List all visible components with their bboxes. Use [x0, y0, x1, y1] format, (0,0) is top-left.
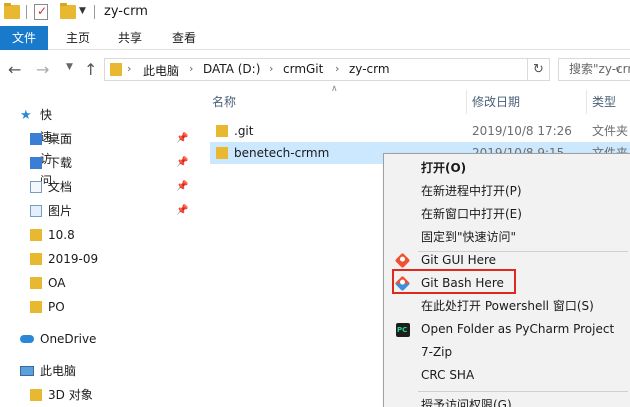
menu-item-open-new-window[interactable]: 在新窗口中打开(E)	[384, 203, 630, 226]
tab-share[interactable]: 共享	[110, 26, 150, 50]
breadcrumb-drive[interactable]: DATA (D:)	[203, 62, 260, 76]
breadcrumb-zy-crm[interactable]: zy-crm	[349, 62, 390, 76]
tab-file[interactable]: 文件	[0, 26, 48, 50]
pin-icon[interactable]: 📌	[176, 200, 188, 222]
sort-ascending-icon: ∧	[331, 84, 338, 94]
folder-icon	[30, 253, 42, 265]
chevron-right-icon[interactable]: ›	[335, 62, 339, 75]
star-icon: ★	[20, 108, 32, 123]
sidebar-item-desktop[interactable]: 桌面 📌	[30, 128, 200, 150]
chevron-right-icon[interactable]: ›	[189, 62, 193, 75]
separator	[94, 5, 95, 19]
separator	[26, 5, 27, 19]
folder-icon	[30, 229, 42, 241]
search-input[interactable]: 搜索"zy-crm"	[558, 58, 630, 81]
chevron-right-icon[interactable]: ›	[127, 62, 131, 75]
pin-icon[interactable]: 📌	[176, 152, 188, 174]
3d-objects-folder-icon	[30, 389, 42, 401]
column-divider[interactable]	[466, 90, 467, 114]
sidebar-item-pictures[interactable]: 图片 📌	[30, 200, 200, 222]
pin-icon[interactable]: 📌	[176, 128, 188, 150]
back-arrow-icon[interactable]: ←	[8, 60, 21, 79]
menu-item-pin-quick-access[interactable]: 固定到"快速访问"	[384, 226, 630, 249]
title-bar: ✓ ▼ zy-crm	[0, 0, 630, 26]
navigation-pane: ★ 快速访问 桌面 📌 下载 📌 文档 📌 图片 📌 10.8 2019-09 …	[0, 90, 200, 407]
tab-home[interactable]: 主页	[58, 26, 98, 50]
window-title: zy-crm	[104, 4, 148, 19]
folder-icon	[30, 277, 42, 289]
menu-item-crc-sha[interactable]: CRC SHA	[384, 364, 630, 387]
documents-folder-icon	[30, 181, 42, 193]
folder-icon	[216, 147, 228, 159]
pin-icon[interactable]: 📌	[176, 176, 188, 198]
breadcrumb-crmgit[interactable]: crmGit	[283, 62, 323, 76]
customize-toolbar-icon[interactable]: ▼	[79, 6, 86, 16]
recent-locations-icon[interactable]: ▼	[66, 62, 73, 72]
menu-item-grant-access[interactable]: 授予访问权限(G)	[384, 394, 630, 407]
folder-icon	[4, 3, 20, 19]
column-header-type[interactable]: 类型	[592, 90, 616, 114]
pycharm-icon	[396, 319, 410, 342]
folder-icon	[110, 63, 122, 76]
menu-item-open[interactable]: 打开(O)	[384, 157, 630, 180]
chevron-right-icon[interactable]: ›	[269, 62, 273, 75]
breadcrumb-this-pc[interactable]: 此电脑	[143, 62, 179, 79]
folder-icon	[216, 125, 228, 137]
forward-arrow-icon[interactable]: →	[36, 60, 49, 79]
highlight-box	[392, 269, 516, 294]
new-folder-icon[interactable]	[60, 3, 76, 19]
sidebar-item-documents[interactable]: 文档 📌	[30, 176, 200, 198]
computer-icon	[20, 366, 34, 376]
ribbon-tabs: 文件 主页 共享 查看	[0, 26, 630, 50]
git-gui-icon	[394, 252, 411, 269]
file-row-git[interactable]: .git 2019/10/8 17:26 文件夹	[210, 120, 630, 142]
cloud-icon	[20, 335, 34, 343]
menu-item-open-new-process[interactable]: 在新进程中打开(P)	[384, 180, 630, 203]
properties-icon[interactable]: ✓	[34, 4, 48, 20]
address-bar[interactable]: › 此电脑 › DATA (D:) › crmGit › zy-crm ∨	[104, 58, 621, 81]
menu-item-pycharm[interactable]: Open Folder as PyCharm Project	[384, 318, 630, 342]
address-row: ← → ▼ ↑ › 此电脑 › DATA (D:) › crmGit › zy-…	[0, 50, 630, 90]
menu-item-7zip[interactable]: 7-Zip	[384, 341, 630, 364]
folder-icon	[30, 301, 42, 313]
menu-separator	[418, 391, 628, 392]
sidebar-item-downloads[interactable]: 下载 📌	[30, 152, 200, 174]
tab-view[interactable]: 查看	[164, 26, 204, 50]
menu-item-powershell[interactable]: 在此处打开 Powershell 窗口(S)	[384, 295, 630, 318]
column-divider[interactable]	[586, 90, 587, 114]
download-folder-icon	[30, 157, 42, 169]
desktop-folder-icon	[30, 133, 42, 145]
column-header-name[interactable]: 名称	[212, 90, 236, 114]
pictures-folder-icon	[30, 205, 42, 217]
up-arrow-icon[interactable]: ↑	[84, 60, 97, 79]
column-header-date[interactable]: 修改日期	[472, 90, 520, 114]
refresh-icon[interactable]: ↻	[528, 58, 550, 81]
